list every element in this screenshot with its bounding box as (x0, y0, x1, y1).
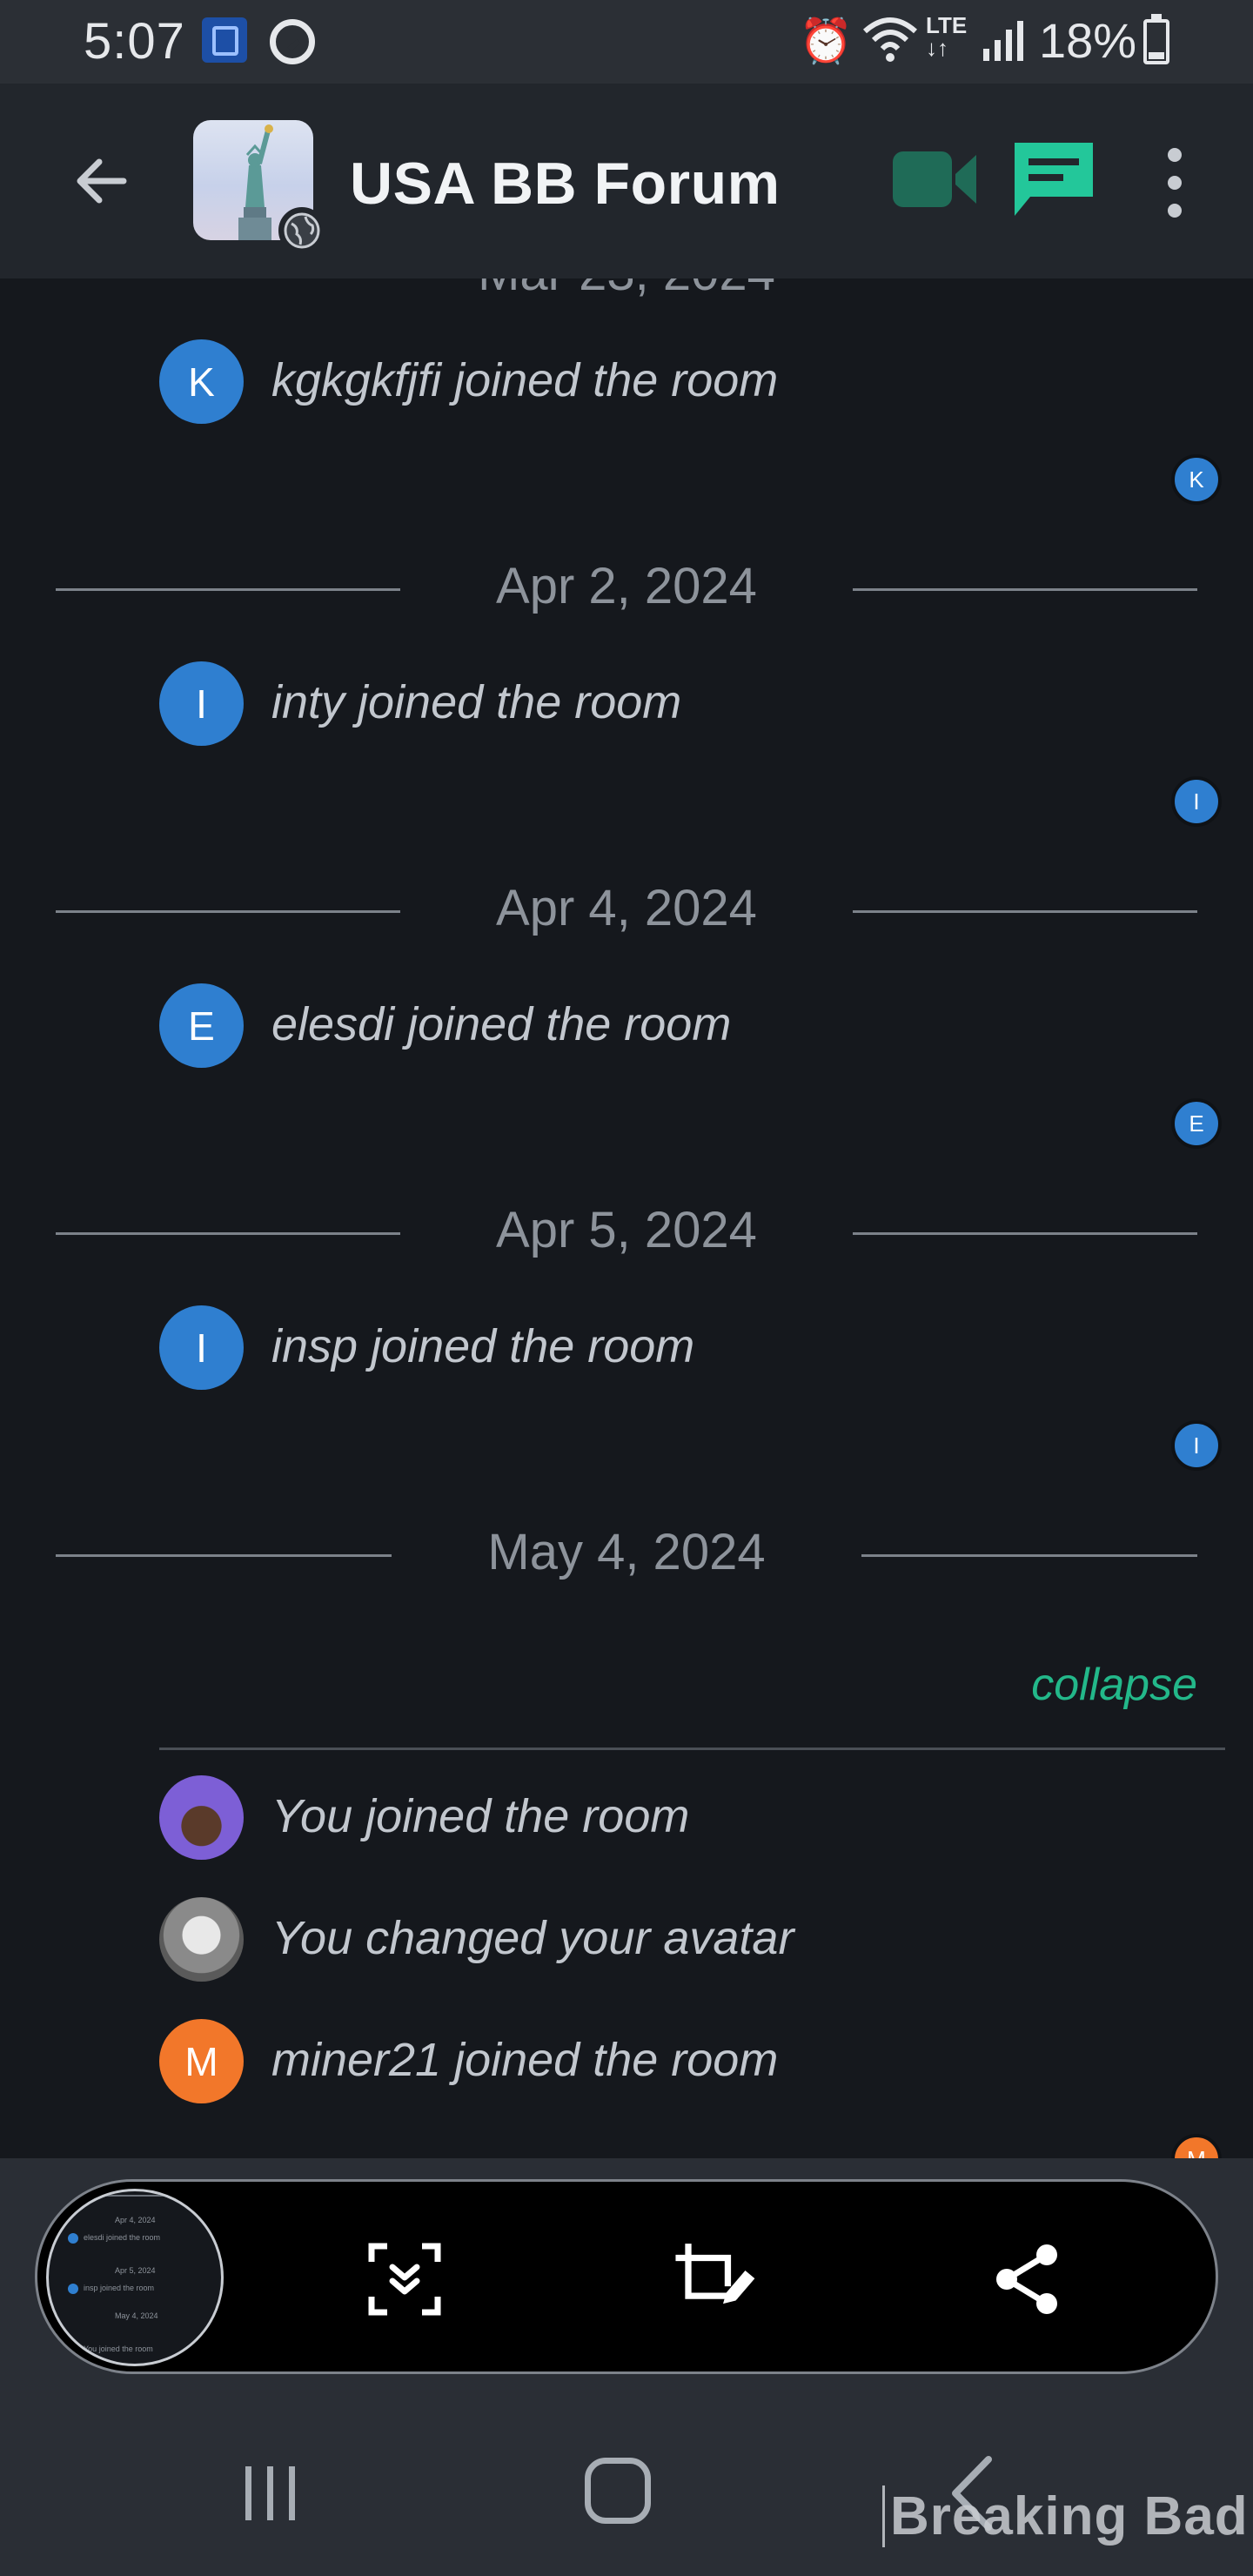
alarm-icon: ⏰ (799, 17, 854, 65)
date-label: Apr 4, 2024 (496, 880, 757, 936)
event-text: You changed your avatar (271, 1912, 794, 1964)
threads-button[interactable] (1009, 136, 1100, 223)
date-separator: Apr 5, 2024 (0, 1197, 1253, 1267)
thumb-line (61, 2195, 209, 2197)
crop-edit-icon (675, 2244, 755, 2304)
screenshot-toolbar: Apr 4, 2024 elesdi joined the room Apr 5… (0, 2158, 1253, 2385)
wifi-icon (862, 17, 918, 62)
status-time: 5:07 (84, 13, 185, 70)
event-text: miner21 joined the room (271, 2034, 779, 2086)
video-call-button[interactable] (891, 144, 982, 214)
room-title[interactable]: USA BB Forum (350, 150, 781, 218)
read-receipt[interactable]: I (1171, 776, 1222, 827)
user-avatar[interactable]: I (159, 661, 244, 746)
event-text: kgkgkfjfi joined the room (271, 354, 779, 406)
membership-event: M miner21 joined the room (0, 2019, 1253, 2123)
membership-event: You joined the room (0, 1775, 1253, 1880)
read-receipt[interactable]: K (1171, 454, 1222, 505)
membership-event: I inty joined the room (0, 661, 1253, 766)
globe-icon (284, 212, 320, 249)
event-text: elesdi joined the room (271, 998, 732, 1050)
crop-edit-button[interactable] (671, 2236, 758, 2323)
membership-event: K kgkgkfjfi joined the room (0, 339, 1253, 444)
date-separator: Apr 2, 2024 (0, 553, 1253, 623)
date-separator: May 4, 2024 (0, 1519, 1253, 1589)
recents-icon[interactable] (240, 2463, 301, 2524)
notification-app-icon (202, 17, 247, 63)
date-separator-label: Mar 23, 2024 (0, 278, 1253, 302)
scroll-capture-button[interactable] (361, 2236, 448, 2323)
user-avatar[interactable]: I (159, 1305, 244, 1390)
thumb-text: May 4, 2024 (115, 2311, 158, 2320)
date-label: May 4, 2024 (487, 1524, 766, 1580)
membership-event: I insp joined the room (0, 1305, 1253, 1410)
read-receipt[interactable]: I (1171, 1420, 1222, 1471)
lte-indicator: LTE ↓↑ (926, 12, 968, 61)
share-button[interactable] (984, 2236, 1071, 2323)
collapse-button[interactable]: collapse (1031, 1659, 1197, 1711)
thumb-text: Apr 4, 2024 (115, 2216, 156, 2224)
event-text: insp joined the room (271, 1320, 695, 1372)
home-button[interactable] (585, 2458, 651, 2524)
arrow-left-icon (77, 158, 127, 204)
screenshot-pill: Apr 4, 2024 elesdi joined the room Apr 5… (35, 2179, 1218, 2374)
scroll-capture-icon (368, 2243, 441, 2316)
event-text: inty joined the room (271, 676, 682, 728)
back-button[interactable] (49, 129, 153, 233)
thumb-text: You joined the room (84, 2345, 153, 2353)
system-nav-bar: Breaking Bad (0, 2385, 1253, 2576)
user-avatar[interactable]: M (159, 2019, 244, 2103)
notification-circle-icon (270, 19, 315, 64)
event-text: You joined the room (271, 1790, 690, 1842)
thumb-text: Apr 5, 2024 (115, 2266, 156, 2275)
chat-threads-icon (1015, 143, 1093, 216)
own-avatar[interactable] (159, 1897, 244, 1982)
thumb-dot (68, 2233, 78, 2244)
battery-icon (1143, 14, 1169, 64)
thumb-text: insp joined the room (84, 2284, 155, 2292)
date-separator: Apr 4, 2024 (0, 875, 1253, 945)
battery-percent: 18% (1039, 13, 1137, 68)
video-camera-icon (893, 151, 976, 207)
status-bar: 5:07 ⏰ LTE ↓↑ 18% (0, 0, 1253, 84)
more-options-button[interactable] (1149, 141, 1201, 225)
own-avatar[interactable] (159, 1775, 244, 1860)
membership-event: E elesdi joined the room (0, 983, 1253, 1088)
thumb-dot (68, 2284, 78, 2294)
date-label: Apr 5, 2024 (496, 1202, 757, 1258)
screenshot-thumbnail[interactable]: Apr 4, 2024 elesdi joined the room Apr 5… (46, 2189, 224, 2366)
room-header: USA BB Forum (0, 84, 1253, 278)
watermark-text: Breaking Bad (882, 2485, 1249, 2547)
public-room-badge (278, 207, 325, 254)
thumb-text: elesdi joined the room (84, 2233, 161, 2242)
room-timeline[interactable]: Mar 23, 2024 K kgkgkfjfi joined the room… (0, 278, 1253, 2158)
signal-icon (983, 21, 1023, 61)
user-avatar[interactable]: E (159, 983, 244, 1068)
read-receipt[interactable]: E (1171, 1098, 1222, 1149)
avatar-change-event: You changed your avatar (0, 1897, 1253, 2002)
date-label: Apr 2, 2024 (496, 558, 757, 614)
share-icon (996, 2244, 1057, 2314)
user-avatar[interactable]: K (159, 339, 244, 424)
more-vertical-icon (1168, 148, 1182, 218)
group-divider (159, 1748, 1225, 1750)
read-receipt[interactable]: M (1171, 2134, 1222, 2158)
